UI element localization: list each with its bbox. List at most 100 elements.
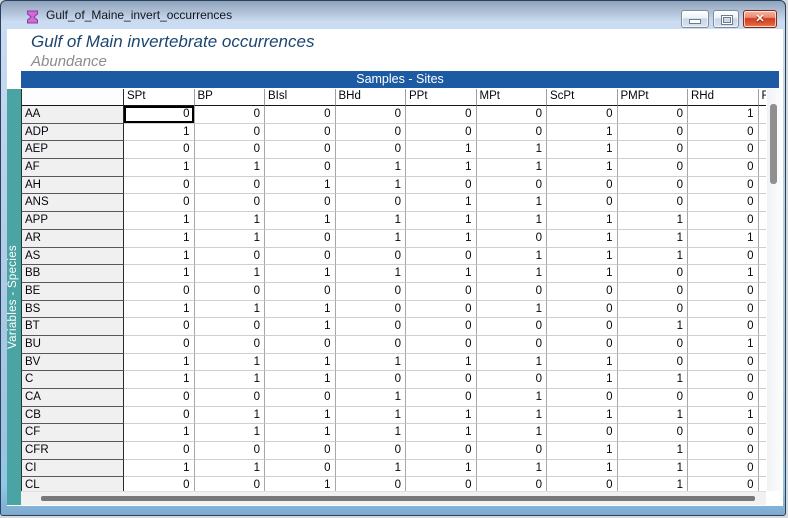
cell[interactable]: 1 bbox=[476, 247, 547, 266]
cell[interactable]: 1 bbox=[476, 389, 547, 407]
cell[interactable]: 1 bbox=[194, 353, 265, 372]
cell[interactable]: 0 bbox=[476, 229, 547, 248]
variables-species-band[interactable]: Variables - Species bbox=[7, 89, 21, 505]
cell[interactable]: 1 bbox=[335, 229, 406, 248]
cell[interactable]: 0 bbox=[335, 442, 406, 460]
cell[interactable]: 0 bbox=[124, 141, 195, 160]
cell[interactable]: 1 bbox=[547, 442, 618, 460]
cell[interactable]: 1 bbox=[406, 353, 477, 372]
cell[interactable]: 0 bbox=[547, 176, 618, 195]
cell[interactable]: 0 bbox=[194, 335, 265, 354]
cell[interactable]: 1 bbox=[335, 459, 406, 478]
cell[interactable] bbox=[758, 212, 766, 230]
cell[interactable]: 1 bbox=[406, 265, 477, 283]
row-header[interactable]: BT bbox=[21, 318, 124, 336]
cell[interactable]: 1 bbox=[617, 212, 688, 230]
cell[interactable]: 0 bbox=[688, 194, 759, 213]
cell[interactable]: 1 bbox=[406, 141, 477, 160]
cell[interactable]: 1 bbox=[335, 176, 406, 195]
cell[interactable]: 0 bbox=[547, 335, 618, 354]
column-header[interactable]: MPt bbox=[476, 89, 547, 106]
cell[interactable]: 1 bbox=[124, 123, 195, 142]
cell[interactable]: 0 bbox=[406, 318, 477, 336]
row-header[interactable]: BU bbox=[21, 335, 124, 354]
cell[interactable]: 0 bbox=[688, 477, 759, 491]
cell[interactable]: 0 bbox=[688, 318, 759, 336]
cell[interactable] bbox=[758, 335, 766, 354]
cell[interactable]: 1 bbox=[476, 265, 547, 283]
cell[interactable] bbox=[758, 282, 766, 301]
cell[interactable] bbox=[758, 459, 766, 478]
column-header[interactable]: ScPt bbox=[547, 89, 618, 106]
cell[interactable]: 0 bbox=[124, 282, 195, 301]
cell[interactable]: 1 bbox=[617, 247, 688, 266]
cell[interactable]: 0 bbox=[688, 123, 759, 142]
cell[interactable]: 1 bbox=[124, 424, 195, 443]
cell[interactable]: 0 bbox=[265, 282, 336, 301]
cell[interactable]: 0 bbox=[265, 229, 336, 248]
cell[interactable]: 1 bbox=[547, 371, 618, 389]
column-header[interactable]: RHd bbox=[688, 89, 759, 106]
cell[interactable]: 0 bbox=[124, 389, 195, 407]
cell[interactable]: 1 bbox=[335, 159, 406, 177]
cell[interactable] bbox=[758, 159, 766, 177]
cell[interactable]: 0 bbox=[406, 335, 477, 354]
cell[interactable]: 1 bbox=[335, 424, 406, 443]
cell[interactable]: 0 bbox=[335, 371, 406, 389]
cell[interactable]: 0 bbox=[617, 424, 688, 443]
cell[interactable]: 0 bbox=[476, 477, 547, 491]
cell[interactable]: 1 bbox=[406, 194, 477, 213]
cell[interactable]: 0 bbox=[194, 282, 265, 301]
cell[interactable]: 1 bbox=[124, 247, 195, 266]
row-header[interactable]: AEP bbox=[21, 141, 124, 160]
cell[interactable]: 1 bbox=[617, 477, 688, 491]
row-header[interactable]: BS bbox=[21, 300, 124, 319]
cell[interactable]: 0 bbox=[194, 477, 265, 491]
cell[interactable]: 0 bbox=[547, 424, 618, 443]
row-header[interactable]: CL bbox=[21, 477, 124, 491]
cell[interactable]: 0 bbox=[688, 459, 759, 478]
cell[interactable]: 1 bbox=[194, 212, 265, 230]
cell[interactable]: 1 bbox=[194, 265, 265, 283]
cell[interactable]: 1 bbox=[265, 424, 336, 443]
cell[interactable]: 1 bbox=[547, 459, 618, 478]
cell[interactable]: 1 bbox=[547, 247, 618, 266]
column-header[interactable]: R bbox=[758, 89, 766, 106]
cell[interactable]: 1 bbox=[688, 335, 759, 354]
cell[interactable]: 0 bbox=[476, 176, 547, 195]
cell[interactable]: 1 bbox=[476, 141, 547, 160]
cell[interactable]: 1 bbox=[688, 406, 759, 425]
cell[interactable]: 1 bbox=[547, 406, 618, 425]
cell[interactable]: 0 bbox=[265, 194, 336, 213]
column-header[interactable]: PMPt bbox=[617, 89, 688, 106]
cell[interactable]: 1 bbox=[335, 212, 406, 230]
row-header[interactable]: C bbox=[21, 371, 124, 389]
cell[interactable]: 1 bbox=[265, 212, 336, 230]
cell[interactable]: 1 bbox=[476, 300, 547, 319]
cell[interactable]: 0 bbox=[688, 353, 759, 372]
cell[interactable]: 0 bbox=[124, 194, 195, 213]
cell[interactable] bbox=[758, 141, 766, 160]
cell[interactable]: 0 bbox=[476, 442, 547, 460]
row-header[interactable]: CB bbox=[21, 406, 124, 425]
row-header[interactable]: CFR bbox=[21, 442, 124, 460]
cell[interactable]: 1 bbox=[194, 300, 265, 319]
cell[interactable]: 1 bbox=[617, 459, 688, 478]
cell[interactable]: 0 bbox=[124, 442, 195, 460]
cell[interactable]: 0 bbox=[688, 300, 759, 319]
column-header[interactable]: SPt bbox=[124, 89, 195, 106]
cell[interactable]: 0 bbox=[547, 194, 618, 213]
cell[interactable]: 1 bbox=[476, 406, 547, 425]
cell[interactable] bbox=[758, 371, 766, 389]
cell[interactable] bbox=[758, 406, 766, 425]
cell[interactable]: 0 bbox=[688, 282, 759, 301]
cell[interactable]: 1 bbox=[688, 229, 759, 248]
cell[interactable]: 0 bbox=[194, 194, 265, 213]
cell[interactable]: 0 bbox=[476, 335, 547, 354]
cell[interactable]: 0 bbox=[265, 106, 336, 124]
cell[interactable]: 0 bbox=[688, 442, 759, 460]
cell[interactable]: 1 bbox=[406, 212, 477, 230]
cell[interactable]: 0 bbox=[617, 176, 688, 195]
cell[interactable]: 1 bbox=[617, 442, 688, 460]
cell[interactable]: 0 bbox=[194, 141, 265, 160]
